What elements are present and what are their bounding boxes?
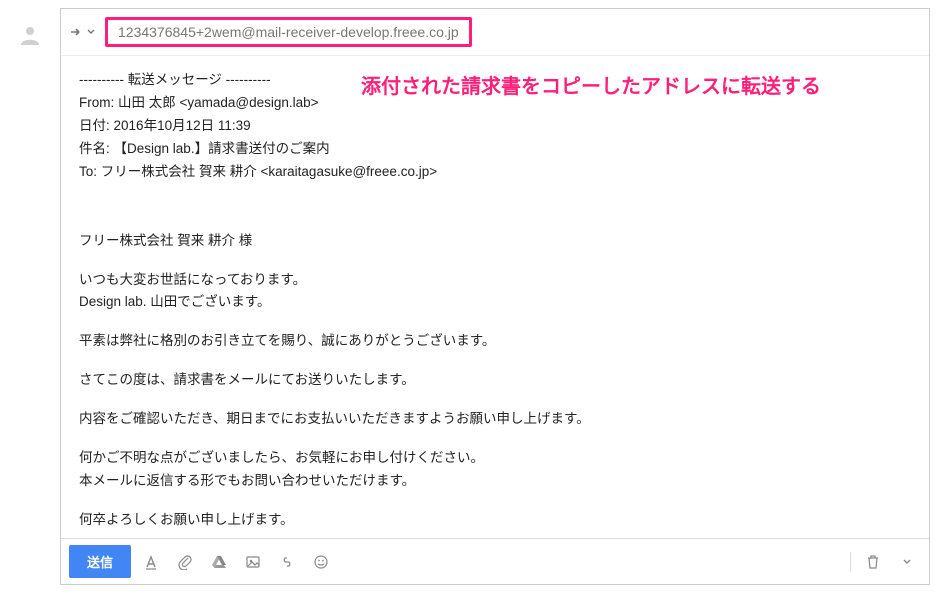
- compose-toolbar: 送信: [61, 538, 929, 584]
- annotation-overlay: 添付された請求書をコピーしたアドレスに転送する: [361, 72, 821, 103]
- body-line: いつも大変お世話になっております。: [79, 270, 911, 291]
- forward-icon[interactable]: [71, 26, 95, 38]
- attach-icon[interactable]: [171, 548, 199, 576]
- drive-icon[interactable]: [205, 548, 233, 576]
- photo-icon[interactable]: [239, 548, 267, 576]
- header-to: To: フリー株式会社 賀来 耕介 <karaitagasuke@freee.c…: [79, 162, 911, 183]
- body-line: 内容をご確認いただき、期日までにお支払いいただきますようお願い申し上げます。: [79, 409, 911, 430]
- body-line: 何かご不明な点がございましたら、お気軽にお申し付けください。: [79, 448, 911, 469]
- link-icon[interactable]: [273, 548, 301, 576]
- recipient-chip[interactable]: 1234376845+2wem@mail-receiver-develop.fr…: [105, 17, 472, 47]
- message-body[interactable]: 添付された請求書をコピーしたアドレスに転送する ---------- 転送メッセ…: [61, 56, 929, 538]
- body-line: Design lab. 山田でございます。: [79, 292, 911, 313]
- header-subject: 件名: 【Design lab.】請求書送付のご案内: [79, 139, 911, 160]
- more-options-icon[interactable]: [893, 548, 921, 576]
- format-text-icon[interactable]: [137, 548, 165, 576]
- body-line: 本メールに返信する形でもお問い合わせいただけます。: [79, 471, 911, 492]
- body-greeting: フリー株式会社 賀来 耕介 様: [79, 231, 911, 252]
- body-line: 何卒よろしくお願い申し上げます。: [79, 510, 911, 531]
- send-button[interactable]: 送信: [69, 545, 131, 578]
- emoji-icon[interactable]: [307, 548, 335, 576]
- body-line: 平素は弊社に格別のお引き立てを賜り、誠にありがとうございます。: [79, 331, 911, 352]
- discard-icon[interactable]: [859, 548, 887, 576]
- compose-window: 1234376845+2wem@mail-receiver-develop.fr…: [60, 8, 930, 585]
- header-date: 日付: 2016年10月12日 11:39: [79, 116, 911, 137]
- recipients-row[interactable]: 1234376845+2wem@mail-receiver-develop.fr…: [61, 9, 929, 56]
- body-line: さてこの度は、請求書をメールにてお送りいたします。: [79, 370, 911, 391]
- avatar-placeholder-icon: [16, 24, 44, 46]
